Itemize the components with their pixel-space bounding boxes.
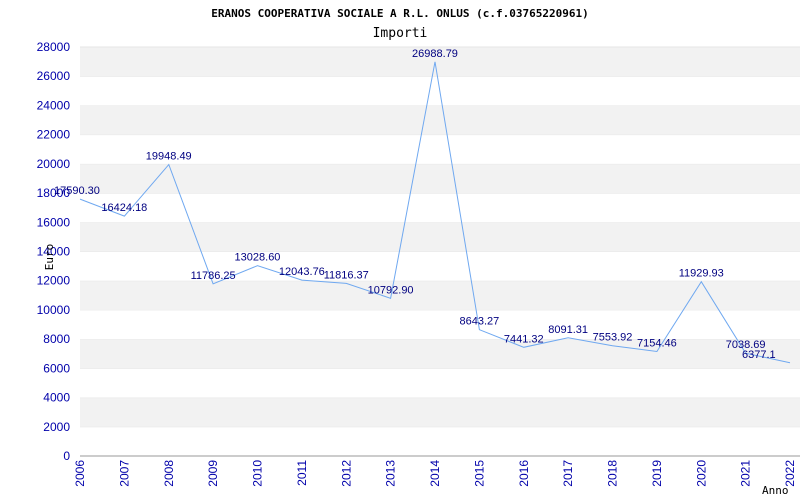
y-tick-label: 24000 bbox=[37, 98, 71, 112]
y-tick-label: 10000 bbox=[37, 303, 71, 317]
grid-band bbox=[80, 426, 800, 456]
x-tick-label: 2016 bbox=[517, 460, 531, 487]
data-label: 13028.60 bbox=[235, 252, 281, 264]
grid-band bbox=[80, 368, 800, 398]
x-tick-label: 2013 bbox=[384, 460, 398, 487]
y-tick-label: 16000 bbox=[37, 215, 71, 229]
y-tick-label: 0 bbox=[63, 449, 70, 463]
data-label: 19948.49 bbox=[146, 151, 192, 163]
x-tick-label: 2011 bbox=[295, 460, 309, 486]
x-tick-label: 2007 bbox=[117, 460, 131, 487]
data-label: 7553.92 bbox=[593, 332, 633, 344]
data-label: 16424.18 bbox=[101, 202, 147, 214]
x-tick-label: 2018 bbox=[606, 460, 620, 487]
x-tick-label: 2009 bbox=[206, 460, 220, 487]
x-tick-label: 2021 bbox=[739, 460, 753, 487]
y-tick-label: 6000 bbox=[43, 361, 70, 375]
y-tick-label: 4000 bbox=[43, 391, 70, 405]
data-label: 6377.1 bbox=[742, 349, 776, 361]
x-tick-label: 2015 bbox=[472, 460, 486, 487]
line-chart: ERANOS COOPERATIVA SOCIALE A R.L. ONLUS … bbox=[37, 7, 800, 497]
x-tick-label: 2017 bbox=[561, 460, 575, 487]
y-tick-label: 20000 bbox=[37, 157, 71, 171]
x-axis-ticks: 2006 2007 2008 2009 2010 2011 2012 2013 2014 2015… bbox=[73, 460, 797, 487]
y-tick-label: 28000 bbox=[37, 40, 71, 54]
x-tick-label: 2008 bbox=[162, 460, 176, 487]
data-label: 26988.79 bbox=[412, 48, 458, 60]
y-tick-label: 2000 bbox=[43, 420, 70, 434]
data-label: 10792.90 bbox=[368, 284, 414, 296]
x-tick-label: 2012 bbox=[339, 460, 353, 487]
chart-title: ERANOS COOPERATIVA SOCIALE A R.L. ONLUS … bbox=[211, 7, 589, 20]
y-axis-label: Euro bbox=[43, 244, 56, 271]
y-tick-label: 22000 bbox=[37, 128, 71, 142]
grid-band bbox=[80, 397, 800, 427]
data-label: 12043.76 bbox=[279, 266, 325, 278]
data-label: 7154.46 bbox=[637, 337, 677, 349]
y-tick-label: 26000 bbox=[37, 69, 71, 83]
data-label: 17590.30 bbox=[54, 185, 100, 197]
chart-subtitle: Importi bbox=[373, 26, 428, 41]
y-tick-label: 12000 bbox=[37, 274, 71, 288]
grid-band bbox=[80, 163, 800, 194]
grid-band bbox=[80, 222, 800, 252]
x-tick-label: 2006 bbox=[73, 460, 87, 487]
grid-band bbox=[80, 339, 800, 369]
x-tick-label: 2019 bbox=[650, 460, 664, 487]
grid-band bbox=[80, 105, 800, 135]
x-axis-label: Anno bbox=[762, 484, 789, 497]
data-label: 8643.27 bbox=[459, 316, 499, 328]
data-label: 11929.93 bbox=[679, 268, 724, 280]
data-label: 11786.25 bbox=[191, 270, 236, 282]
data-label: 8091.31 bbox=[548, 324, 588, 336]
x-tick-label: 2010 bbox=[251, 460, 265, 487]
data-label: 7441.32 bbox=[504, 333, 544, 345]
x-tick-label: 2014 bbox=[428, 460, 442, 487]
x-tick-label: 2020 bbox=[694, 460, 708, 487]
y-tick-label: 8000 bbox=[43, 332, 70, 346]
grid-band bbox=[80, 280, 800, 310]
grid-bands bbox=[80, 46, 800, 456]
data-label: 11816.37 bbox=[324, 269, 369, 281]
x-tick-label: 2022 bbox=[783, 460, 797, 487]
grid-band bbox=[80, 309, 800, 340]
grid-band bbox=[80, 193, 800, 223]
